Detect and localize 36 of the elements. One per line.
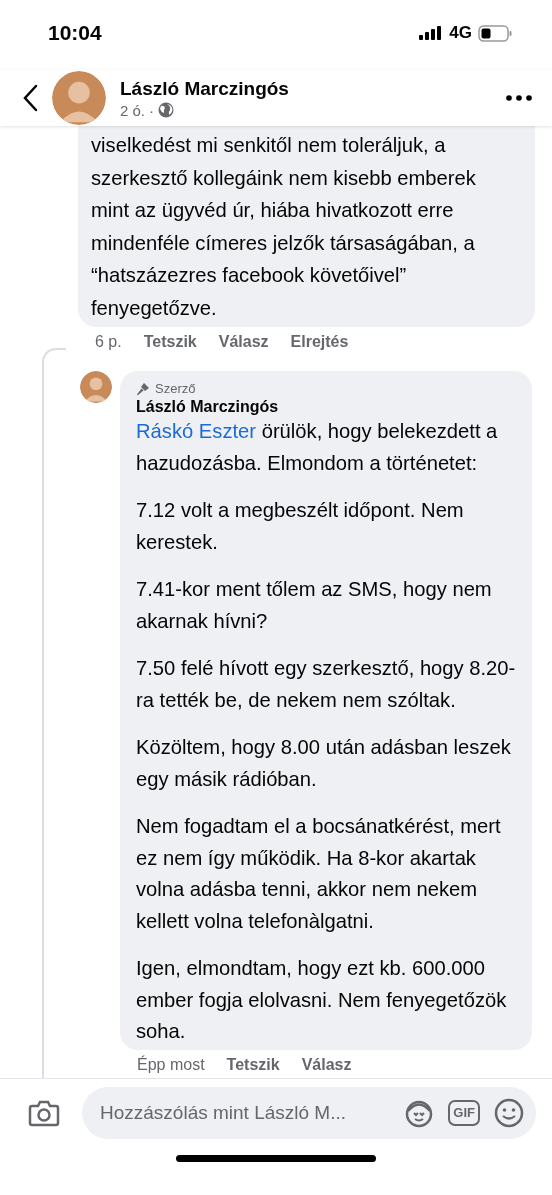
emoji-icon[interactable] — [494, 1098, 524, 1128]
more-icon[interactable] — [506, 95, 532, 101]
comment-action-link[interactable]: Elrejtés — [290, 333, 349, 351]
reply-paragraph: Nem fogadtam el a bocsánatkérést, mert ez nem így működik. Ha 8-kor akartak volna adásba tenni, akkor nem nekem kellett volna telefonàlgatni. — [136, 814, 502, 934]
gif-button[interactable]: GIF — [448, 1100, 480, 1126]
battery-icon — [478, 24, 512, 42]
reply-paragraph: 7.41-kor ment tőlem az SMS, hogy nem akarnak hívni? — [136, 577, 493, 634]
reply-paragraph: 7.50 felé hívott egy szerkesztő, hogy 8.20-ra tették be, de nekem nem szóltak. — [136, 656, 517, 713]
sticker-face-icon[interactable] — [404, 1098, 435, 1128]
reply-paragraph: 7.12 volt a megbeszélt időpont. Nem kerestek. — [136, 498, 465, 555]
reply-action-link[interactable]: Válasz — [301, 1055, 352, 1074]
reply-paragraph: Közöltem, hogy 8.00 után adásban leszek egy másik rádióban. — [136, 735, 512, 792]
back-icon[interactable] — [22, 84, 38, 112]
microphone-icon — [136, 381, 150, 396]
globe-icon — [158, 102, 175, 118]
mention-link[interactable]: Ráskó Eszter — [136, 420, 257, 442]
avatar[interactable] — [80, 371, 112, 403]
author-name[interactable]: László Marczingós — [120, 77, 492, 100]
comment-time: 6 p. — [95, 333, 122, 351]
comment-action-link[interactable]: Tetszik — [143, 333, 197, 351]
camera-icon[interactable] — [28, 1099, 60, 1127]
avatar[interactable] — [52, 71, 106, 125]
post-time: 2 ó. — [120, 101, 146, 119]
comment-action-link[interactable]: Válasz — [218, 333, 269, 351]
reply-paragraph: Ráskó Eszter örülök, hogy belekezdett a hazudozásba. Elmondom a történetet: — [136, 419, 499, 476]
comment-input-field[interactable]: Hozzászólás mint László M... GIF — [82, 1087, 536, 1139]
signal-icon — [419, 26, 444, 40]
reply-author[interactable]: László Marczingós — [136, 398, 518, 416]
comment-text: viselkedést mi senkitől nem toleráljuk, a szerkesztő kollegáink nem kisebb emberek mint az ügyvéd úr, hiába hivatkozott erre mindenféle címeres jelzők társaságában, a “hatszázezres facebook követőivel” fenyegetőzve. — [91, 133, 477, 321]
reply-time: Épp most — [137, 1055, 205, 1074]
separator-dot: · — [149, 101, 155, 119]
clock: 10:04 — [48, 21, 102, 45]
author-badge-label: Szerző — [155, 381, 196, 396]
reply-action-link[interactable]: Tetszik — [226, 1055, 280, 1074]
reply-paragraph: Igen, elmondtam, hogy ezt kb. 600.000 ember fogja elolvasni. Nem fenyegetőzök soha. — [136, 956, 508, 1044]
network-label: 4G — [449, 23, 472, 43]
